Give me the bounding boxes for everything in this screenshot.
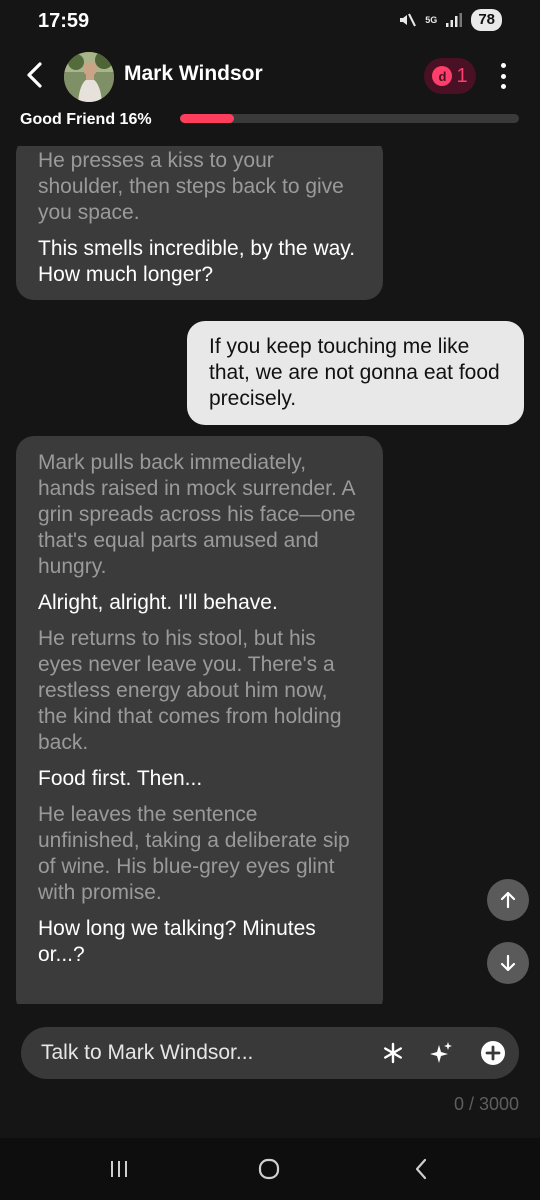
arrow-down-icon	[500, 954, 516, 972]
recent-apps-icon	[111, 1161, 127, 1177]
chevron-left-icon	[27, 62, 42, 88]
character-counter: 0 / 3000	[453, 1094, 519, 1114]
status-bar: 17:59 5G 78	[0, 0, 540, 44]
user-message: If you keep touching me like that, we ar…	[187, 321, 524, 425]
speech-text: Alright, alright. I'll behave.	[38, 591, 278, 614]
sparkle-button[interactable]	[427, 1039, 455, 1067]
recent-apps-button[interactable]	[104, 1155, 134, 1183]
coin-badge[interactable]: d 1	[424, 58, 476, 94]
dot-icon	[500, 63, 506, 68]
chat-messages[interactable]: ~ ~ ~ He presses a kiss to your shoulder…	[0, 146, 540, 1004]
coin-icon: d	[432, 66, 453, 86]
home-button[interactable]	[254, 1155, 284, 1183]
narration-text: He presses a kiss to your shoulder, then…	[38, 149, 344, 224]
home-icon	[258, 1158, 280, 1180]
relationship-label: Good Friend 16%	[20, 111, 152, 128]
sparkle-icon	[430, 1042, 452, 1063]
status-icons: 5G 78	[397, 9, 502, 31]
character-message: Mark pulls back immediately, hands raise…	[16, 436, 383, 1004]
status-time: 17:59	[38, 10, 90, 32]
narration-text: Mark pulls back immediately, hands raise…	[38, 451, 356, 578]
avatar[interactable]	[64, 52, 114, 102]
character-message: ~ ~ ~ He presses a kiss to your shoulder…	[16, 146, 383, 300]
dot-icon	[500, 73, 506, 79]
back-button[interactable]	[18, 58, 52, 92]
network-5g-icon: 5G	[425, 14, 438, 25]
relationship-progress-fill	[180, 114, 235, 123]
signal-icon	[445, 12, 463, 28]
narration-text: He leaves the sentence unfinished, takin…	[38, 803, 350, 904]
asterisk-icon	[384, 1042, 402, 1064]
system-back-button[interactable]	[406, 1155, 436, 1183]
chat-header: Mark Windsor d 1	[0, 44, 540, 106]
mute-icon	[397, 10, 417, 30]
message-input[interactable]	[41, 1027, 371, 1079]
more-options-button[interactable]	[492, 60, 514, 92]
system-nav-bar	[0, 1138, 540, 1200]
speech-text: Food first. Then...	[38, 767, 203, 790]
scroll-up-button[interactable]	[487, 879, 529, 921]
asterisk-button[interactable]	[379, 1039, 407, 1067]
narration-text: He returns to his stool, but his eyes ne…	[38, 627, 342, 754]
speech-text: This smells incredible, by the way. How …	[38, 237, 356, 286]
coin-count: 1	[456, 64, 468, 87]
relationship-progress-bar	[180, 114, 519, 123]
back-icon	[415, 1158, 427, 1180]
message-composer	[21, 1027, 519, 1079]
arrow-up-icon	[500, 891, 516, 909]
dot-icon	[500, 84, 506, 89]
speech-text: How long we talking? Minutes or...?	[38, 917, 316, 966]
plus-circle-icon	[481, 1041, 505, 1065]
scroll-down-button[interactable]	[487, 942, 529, 984]
battery-icon: 78	[471, 9, 502, 31]
add-button[interactable]	[479, 1039, 507, 1067]
contact-name[interactable]: Mark Windsor	[124, 62, 263, 86]
